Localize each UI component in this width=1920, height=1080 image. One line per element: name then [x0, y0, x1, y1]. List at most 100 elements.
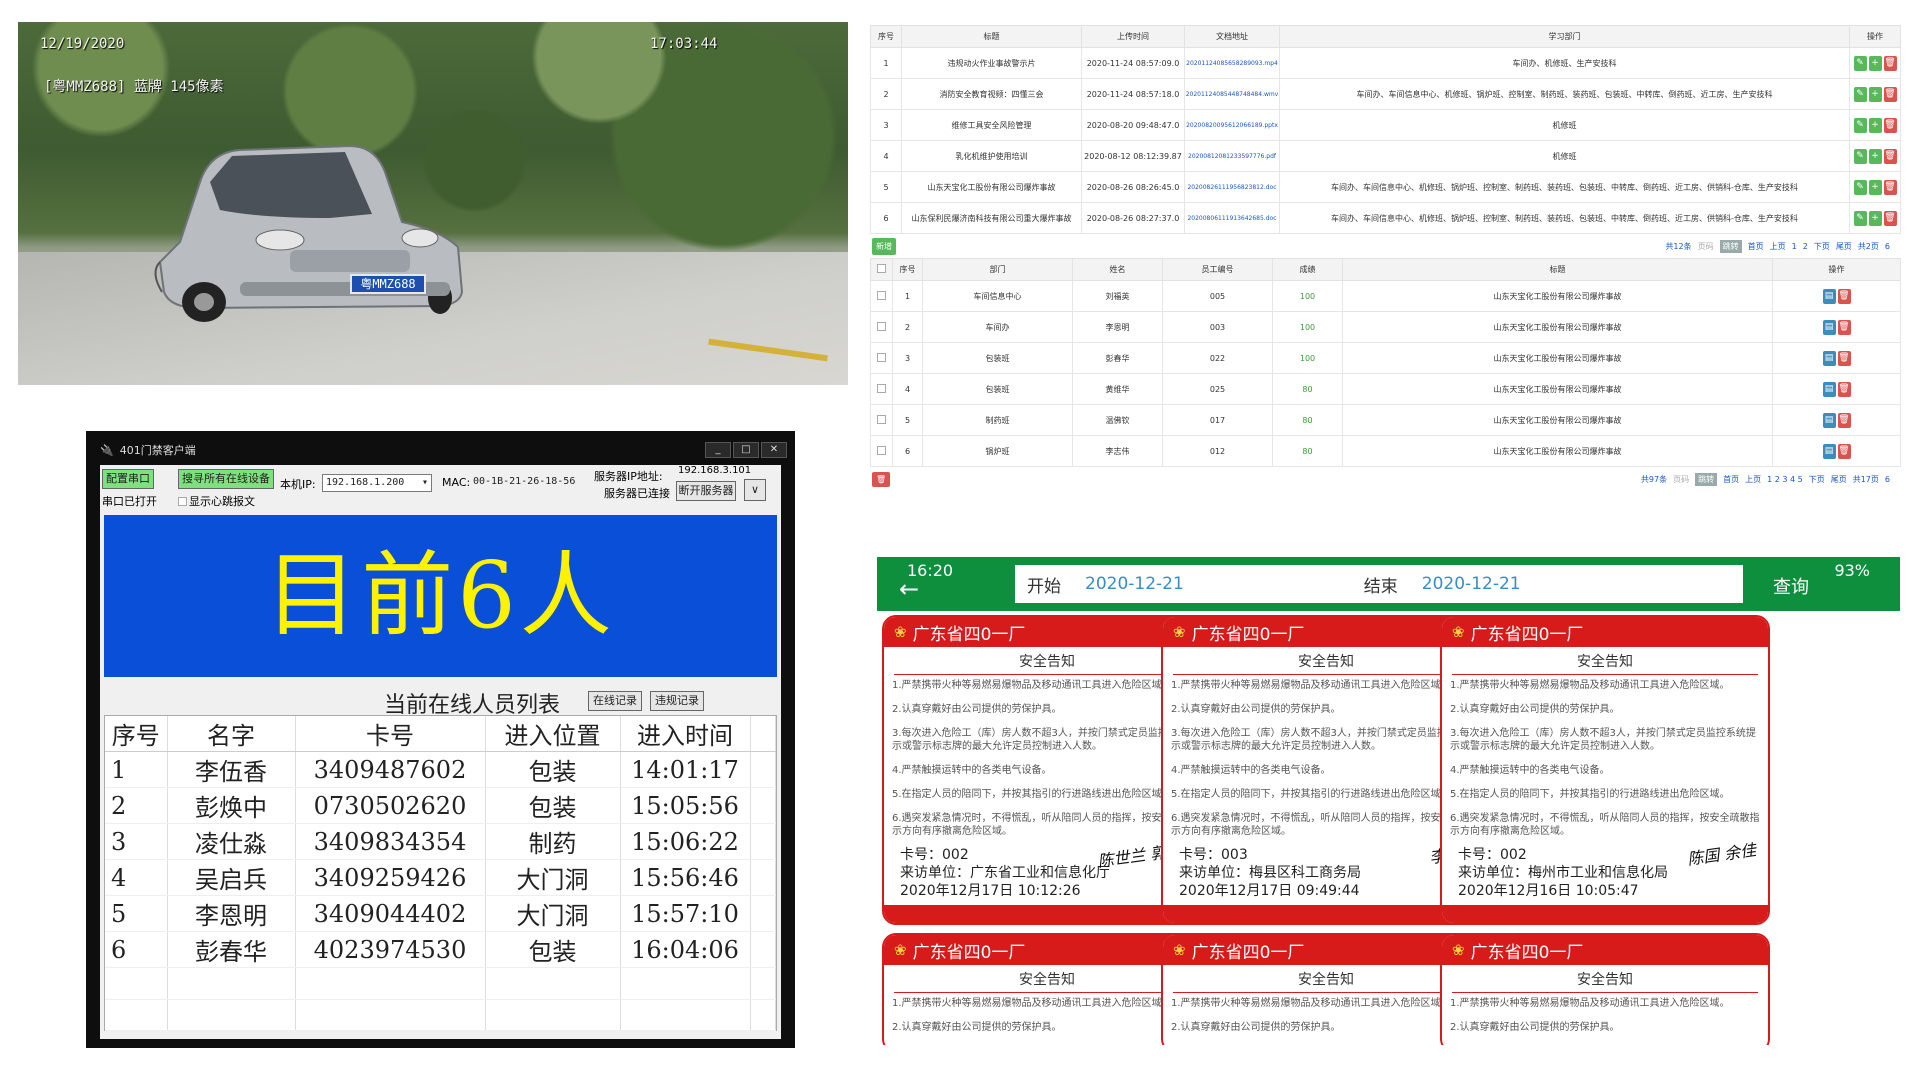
next-page-link[interactable]: 下页: [1814, 241, 1830, 252]
row-checkbox[interactable]: [870, 435, 893, 467]
cell-title: 山东天宝化工股份有限公司爆炸事故: [1342, 373, 1773, 405]
cell-file-link[interactable]: 20200826111956823812.doc: [1184, 171, 1280, 203]
maximize-button[interactable]: □: [733, 442, 759, 458]
end-date-input[interactable]: 2020-12-21: [1422, 574, 1521, 594]
window-titlebar[interactable]: 🔌 401门禁客户端 _ □ ✕: [94, 439, 787, 461]
view-icon[interactable]: ▤: [1822, 381, 1836, 397]
add-icon[interactable]: +: [1868, 179, 1882, 195]
delete-icon[interactable]: 🗑: [1837, 350, 1851, 366]
jump-button[interactable]: 跳转: [1695, 472, 1718, 486]
prev-page-link[interactable]: 上页: [1770, 241, 1786, 252]
delete-selected-button[interactable]: 🗑: [872, 471, 891, 487]
page-2-link[interactable]: 2: [1803, 242, 1808, 251]
cell-name: 彭春华: [1072, 342, 1163, 374]
delete-icon[interactable]: 🗑: [1837, 381, 1851, 397]
row-checkbox[interactable]: [870, 404, 893, 436]
delete-icon[interactable]: 🗑: [1837, 288, 1851, 304]
last-page-link[interactable]: 尾页: [1836, 241, 1852, 252]
view-icon[interactable]: ▤: [1822, 288, 1836, 304]
page-input[interactable]: 页码: [1698, 241, 1714, 252]
delete-icon[interactable]: 🗑: [1883, 210, 1897, 226]
add-icon[interactable]: +: [1868, 86, 1882, 102]
heartbeat-checkbox[interactable]: 显示心跳报文: [178, 493, 255, 509]
search-devices-button[interactable]: 搜寻所有在线设备: [178, 469, 274, 489]
local-ip-select[interactable]: 192.168.1.200 ▾: [322, 474, 432, 492]
visitor-notice-card[interactable]: ❀ 广东省四0一厂 安全告知 1.严禁携带火种等易燃易爆物品及移动通讯工具进入危险区域…: [1440, 933, 1770, 1045]
page-count: 共2页: [1857, 241, 1879, 251]
view-icon[interactable]: ▤: [1822, 412, 1836, 428]
collapse-button[interactable]: ∨: [744, 479, 766, 501]
first-page-link[interactable]: 首页: [1723, 474, 1739, 485]
card-header: ❀ 广东省四0一厂: [1442, 935, 1768, 965]
last-page-link[interactable]: 尾页: [1831, 474, 1847, 485]
col-card: 卡号: [295, 716, 486, 752]
cell-upload-time: 2020-11-24 08:57:18.0: [1081, 78, 1185, 110]
edit-icon[interactable]: ✎: [1853, 117, 1867, 133]
cell-location: 包装: [485, 787, 621, 824]
edit-icon[interactable]: ✎: [1853, 86, 1867, 102]
delete-icon[interactable]: 🗑: [1883, 117, 1897, 133]
delete-icon[interactable]: 🗑: [1837, 443, 1851, 459]
prev-page-link[interactable]: 上页: [1745, 474, 1761, 485]
add-icon[interactable]: +: [1868, 210, 1882, 226]
edit-icon[interactable]: ✎: [1853, 210, 1867, 226]
table-row: 3 包装班 彭春华 022 100 山东天宝化工股份有限公司爆炸事故 ▤ 🗑: [870, 342, 1901, 374]
cell-file-link[interactable]: 20200806111913642685.doc: [1184, 202, 1280, 234]
table-row: 4 包装班 黄维华 025 80 山东天宝化工股份有限公司爆炸事故 ▤ 🗑: [870, 373, 1901, 405]
row-checkbox[interactable]: [870, 311, 893, 343]
cell-score: 80: [1272, 435, 1343, 467]
page-size-select[interactable]: 6: [1885, 242, 1890, 251]
back-arrow-icon[interactable]: ←: [899, 575, 919, 603]
cell-dept: 车间办: [922, 311, 1073, 343]
disconnect-server-button[interactable]: 断开服务器: [676, 481, 736, 501]
delete-icon[interactable]: 🗑: [1837, 412, 1851, 428]
visitor-notice-card[interactable]: ❀ 广东省四0一厂 安全告知 1.严禁携带火种等易燃易爆物品及移动通讯工具进入危险区域…: [1440, 615, 1770, 925]
row-checkbox[interactable]: [870, 342, 893, 374]
cell-file-link[interactable]: 20200812081233597776.pdf: [1184, 140, 1280, 172]
minimize-button[interactable]: _: [705, 442, 731, 458]
cell-title: 山东天宝化工股份有限公司爆炸事故: [1342, 280, 1773, 312]
delete-icon[interactable]: 🗑: [1883, 86, 1897, 102]
edit-icon[interactable]: ✎: [1853, 179, 1867, 195]
select-all-checkbox[interactable]: [870, 258, 893, 281]
page-1-link[interactable]: 1: [1792, 242, 1797, 251]
cell-file-link[interactable]: 20200820095612066189.pptx: [1184, 109, 1280, 141]
page-links[interactable]: 1 2 3 4 5: [1767, 475, 1803, 484]
view-icon[interactable]: ▤: [1822, 319, 1836, 335]
start-date-input[interactable]: 2020-12-21: [1085, 574, 1184, 594]
close-button[interactable]: ✕: [761, 442, 787, 458]
view-icon[interactable]: ▤: [1822, 443, 1836, 459]
first-page-link[interactable]: 首页: [1748, 241, 1764, 252]
query-button[interactable]: 查询: [1773, 573, 1809, 599]
view-icon[interactable]: ▤: [1822, 350, 1836, 366]
next-page-link[interactable]: 下页: [1809, 474, 1825, 485]
jump-button[interactable]: 跳转: [1719, 239, 1742, 253]
cell-score: 100: [1272, 280, 1343, 312]
add-button[interactable]: 新增: [872, 237, 896, 255]
cell-file-link[interactable]: 20201124085448748484.wmv: [1184, 78, 1280, 110]
delete-icon[interactable]: 🗑: [1883, 55, 1897, 71]
col-time: 进入时间: [620, 716, 751, 752]
serial-status: 串口已打开: [102, 495, 157, 508]
row-checkbox[interactable]: [870, 373, 893, 405]
violation-record-button[interactable]: 违规记录: [650, 691, 704, 711]
col-location: 进入位置: [485, 716, 621, 752]
edit-icon[interactable]: ✎: [1853, 148, 1867, 164]
factory-name: 广东省四0一厂: [1470, 624, 1584, 645]
page-input[interactable]: 页码: [1673, 474, 1689, 485]
delete-icon[interactable]: 🗑: [1883, 179, 1897, 195]
delete-icon[interactable]: 🗑: [1883, 148, 1897, 164]
cell-file-link[interactable]: 20201124085658289093.mp4: [1184, 47, 1280, 79]
edit-icon[interactable]: ✎: [1853, 55, 1867, 71]
online-record-button[interactable]: 在线记录: [588, 691, 642, 711]
delete-icon[interactable]: 🗑: [1837, 319, 1851, 335]
page-size-select[interactable]: 6: [1885, 475, 1890, 484]
config-serial-button[interactable]: 配置串口: [102, 469, 154, 489]
row-checkbox[interactable]: [870, 280, 893, 312]
table-row: 3 维修工具安全风险管理 2020-08-20 09:48:47.0 20200820…: [870, 109, 1901, 141]
cell-employee-id: 017: [1162, 404, 1273, 436]
add-icon[interactable]: +: [1868, 117, 1882, 133]
add-icon[interactable]: +: [1868, 148, 1882, 164]
add-icon[interactable]: +: [1868, 55, 1882, 71]
table-row: 6 锅炉班 李志伟 012 80 山东天宝化工股份有限公司爆炸事故 ▤ 🗑: [870, 435, 1901, 467]
